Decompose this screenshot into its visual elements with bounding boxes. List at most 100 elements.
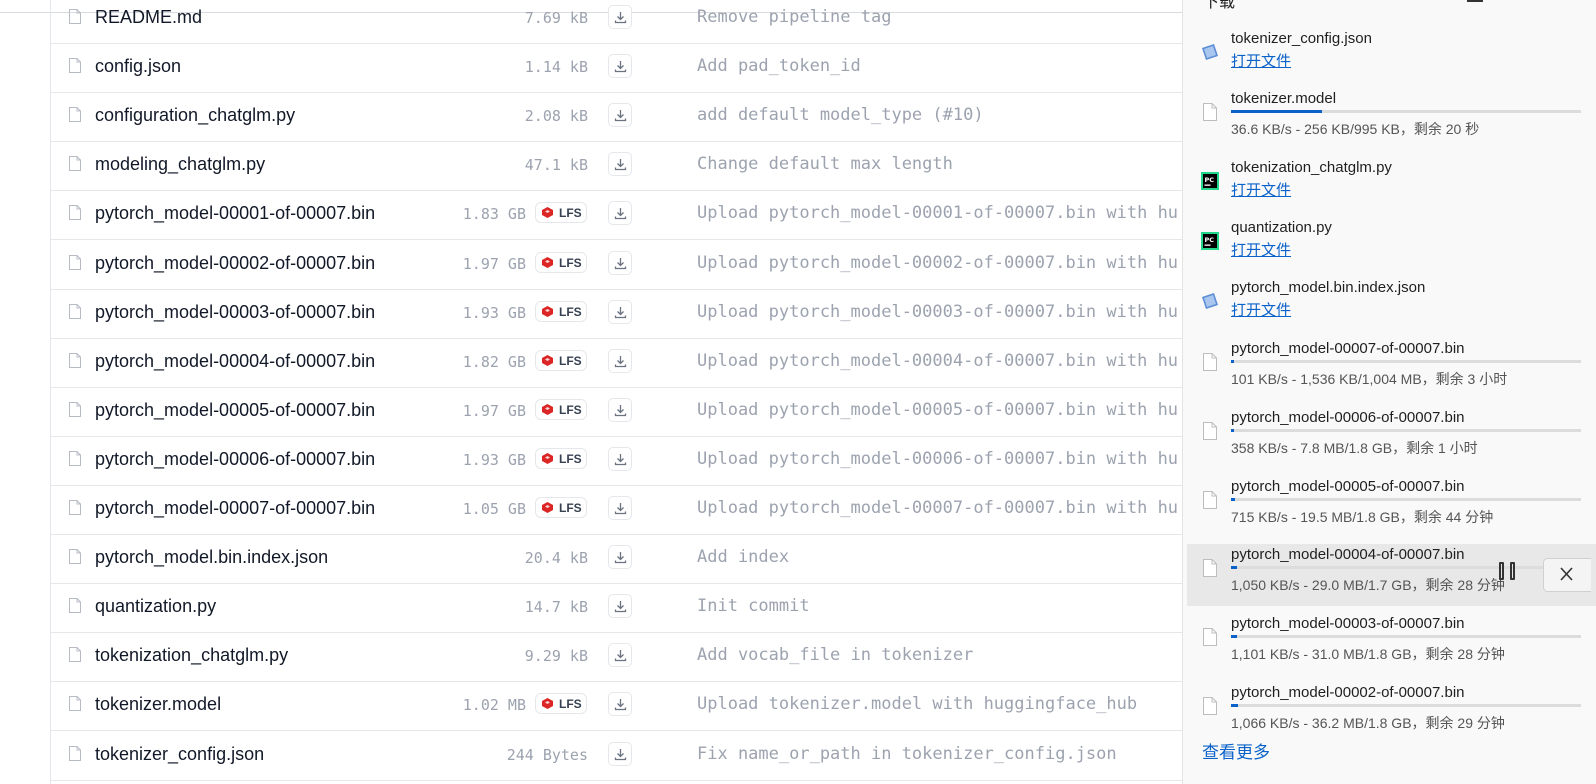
download-item[interactable]: PC tokenization_chatglm.py 打开文件 [1187, 157, 1596, 219]
download-file-button[interactable] [608, 594, 632, 619]
file-name-link[interactable]: README.md [95, 7, 202, 28]
file-row[interactable]: tokenizer.model 1.02 MB LFS Upload tokenize… [51, 681, 1182, 732]
commit-message-link[interactable]: Upload tokenizer.model with huggingface_… [697, 694, 1137, 714]
file-row[interactable]: tokenizer_config.json 244 Bytes Fix name_o… [51, 731, 1182, 781]
download-file-button[interactable] [608, 299, 632, 324]
file-name-link[interactable]: tokenizer_config.json [95, 744, 264, 765]
commit-message-link[interactable]: Remove pipeline tag [697, 7, 891, 27]
download-file-button[interactable] [608, 103, 632, 128]
file-name-link[interactable]: config.json [95, 56, 181, 77]
file-size: 1.97 GB [462, 401, 526, 420]
file-size: 1.02 MB [462, 696, 526, 715]
file-name-link[interactable]: pytorch_model-00001-of-00007.bin [95, 203, 375, 224]
file-icon [69, 549, 81, 565]
lfs-badge: LFS [535, 447, 587, 469]
commit-message-link[interactable]: Init commit [697, 596, 810, 616]
download-file-button[interactable] [608, 152, 632, 177]
download-progress-fill [1231, 360, 1234, 363]
file-row[interactable]: pytorch_model-00006-of-00007.bin 1.93 GB L… [51, 436, 1182, 486]
commit-message-link[interactable]: Upload pytorch_model-00002-of-00007.bin … [697, 253, 1178, 273]
lfs-icon [542, 207, 553, 219]
file-name-link[interactable]: pytorch_model-00007-of-00007.bin [95, 498, 375, 519]
json-file-icon [1202, 293, 1218, 309]
download-file-button[interactable] [608, 545, 632, 570]
open-file-link[interactable]: 打开文件 [1231, 239, 1291, 260]
file-size: 1.82 GB [462, 352, 526, 371]
lfs-label: LFS [559, 402, 582, 417]
file-row[interactable]: README.md 7.69 kB Remove pipeline tag [51, 0, 1182, 44]
file-row[interactable]: configuration_chatglm.py 2.08 kB add defau… [51, 92, 1182, 143]
open-folder-icon[interactable] [1467, 0, 1483, 2]
download-file-button[interactable] [608, 201, 632, 226]
file-row[interactable]: pytorch_model-00005-of-00007.bin 1.97 GB L… [51, 387, 1182, 437]
download-file-button[interactable] [608, 250, 632, 275]
download-file-button[interactable] [608, 348, 632, 373]
download-icon [614, 650, 627, 662]
commit-message-link[interactable]: Upload pytorch_model-00001-of-00007.bin … [697, 203, 1178, 223]
commit-message-link[interactable]: Add index [697, 547, 789, 567]
file-row[interactable]: pytorch_model.bin.index.json 20.4 kB Add i… [51, 534, 1182, 585]
download-file-button[interactable] [608, 741, 632, 766]
commit-message-link[interactable]: add default model_type (#10) [697, 105, 984, 125]
file-name-link[interactable]: pytorch_model-00004-of-00007.bin [95, 351, 375, 372]
file-row[interactable]: pytorch_model-00007-of-00007.bin 1.05 GB L… [51, 485, 1182, 535]
download-item[interactable]: pytorch_model-00005-of-00007.bin 715 KB/s… [1187, 476, 1596, 538]
download-item[interactable]: pytorch_model.bin.index.json 打开文件 [1187, 277, 1596, 339]
file-row[interactable]: pytorch_model-00004-of-00007.bin 1.82 GB L… [51, 338, 1182, 388]
download-item[interactable]: pytorch_model-00006-of-00007.bin 358 KB/s… [1187, 407, 1596, 469]
download-file-button[interactable] [608, 643, 632, 668]
file-name-link[interactable]: tokenization_chatglm.py [95, 645, 288, 666]
download-item[interactable]: pytorch_model-00003-of-00007.bin 1,101 KB… [1187, 613, 1596, 675]
file-row[interactable]: modeling_chatglm.py 47.1 kB Change default… [51, 141, 1182, 192]
download-file-button[interactable] [608, 5, 632, 29]
file-name-link[interactable]: tokenizer.model [95, 694, 221, 715]
download-file-button[interactable] [608, 446, 632, 471]
see-more-link[interactable]: 查看更多 [1202, 738, 1270, 763]
commit-message-link[interactable]: Add vocab_file in tokenizer [697, 645, 973, 665]
commit-message-link[interactable]: Fix name_or_path in tokenizer_config.jso… [697, 744, 1117, 764]
file-size: 1.05 GB [462, 500, 526, 518]
download-file-button[interactable] [608, 692, 632, 717]
file-name-link[interactable]: modeling_chatglm.py [95, 154, 265, 175]
download-item[interactable]: pytorch_model-00007-of-00007.bin 101 KB/s… [1187, 338, 1596, 400]
commit-message-link[interactable]: Upload pytorch_model-00005-of-00007.bin … [697, 400, 1178, 420]
download-item[interactable]: tokenizer.model 36.6 KB/s - 256 KB/995 KB… [1187, 88, 1596, 150]
file-row[interactable]: quantization.py 14.7 kB Init commit [51, 583, 1182, 634]
download-item[interactable]: PC quantization.py 打开文件 [1187, 217, 1596, 279]
download-item[interactable]: pytorch_model-00002-of-00007.bin 1,066 KB… [1187, 682, 1596, 744]
commit-message-link[interactable]: Upload pytorch_model-00004-of-00007.bin … [697, 351, 1178, 371]
file-row[interactable]: tokenization_chatglm.py 9.29 kB Add vocab_… [51, 632, 1182, 683]
file-name-link[interactable]: pytorch_model.bin.index.json [95, 547, 328, 568]
download-filename: pytorch_model-00005-of-00007.bin [1231, 478, 1465, 495]
download-filename: pytorch_model-00007-of-00007.bin [1231, 340, 1465, 357]
download-progress-fill [1231, 635, 1237, 638]
commit-message-link[interactable]: Change default max length [697, 154, 953, 174]
file-name-link[interactable]: pytorch_model-00002-of-00007.bin [95, 253, 375, 274]
open-file-link[interactable]: 打开文件 [1231, 299, 1291, 320]
open-file-link[interactable]: 打开文件 [1231, 179, 1291, 200]
download-file-button[interactable] [608, 496, 632, 520]
download-item[interactable]: pytorch_model-00004-of-00007.bin 1,050 KB… [1187, 544, 1596, 606]
download-file-button[interactable] [608, 397, 632, 422]
file-row[interactable]: pytorch_model-00002-of-00007.bin 1.97 GB L… [51, 240, 1182, 290]
download-item[interactable]: tokenizer_config.json 打开文件 [1187, 28, 1596, 90]
commit-message-link[interactable]: Add pad_token_id [697, 56, 861, 76]
more-options-icon[interactable]: ⋯ [1513, 0, 1527, 5]
file-name-link[interactable]: configuration_chatglm.py [95, 105, 295, 126]
file-name-link[interactable]: pytorch_model-00006-of-00007.bin [95, 449, 375, 470]
file-name-link[interactable]: quantization.py [95, 596, 216, 617]
file-icon [69, 401, 81, 417]
pause-icon[interactable] [1499, 562, 1519, 580]
file-row[interactable]: pytorch_model-00001-of-00007.bin 1.83 GB L… [51, 190, 1182, 241]
file-name-link[interactable]: pytorch_model-00003-of-00007.bin [95, 302, 375, 323]
commit-message-link[interactable]: Upload pytorch_model-00003-of-00007.bin … [697, 302, 1178, 322]
file-row[interactable]: pytorch_model-00003-of-00007.bin 1.93 GB L… [51, 289, 1182, 339]
cancel-download-icon[interactable] [1543, 558, 1591, 592]
open-file-link[interactable]: 打开文件 [1231, 50, 1291, 71]
download-file-button[interactable] [608, 54, 632, 79]
file-row[interactable]: config.json 1.14 kB Add pad_token_id [51, 43, 1182, 94]
file-name-link[interactable]: pytorch_model-00005-of-00007.bin [95, 400, 375, 421]
commit-message-link[interactable]: Upload pytorch_model-00006-of-00007.bin … [697, 449, 1178, 469]
download-icon [614, 601, 627, 613]
commit-message-link[interactable]: Upload pytorch_model-00007-of-00007.bin … [697, 498, 1178, 518]
